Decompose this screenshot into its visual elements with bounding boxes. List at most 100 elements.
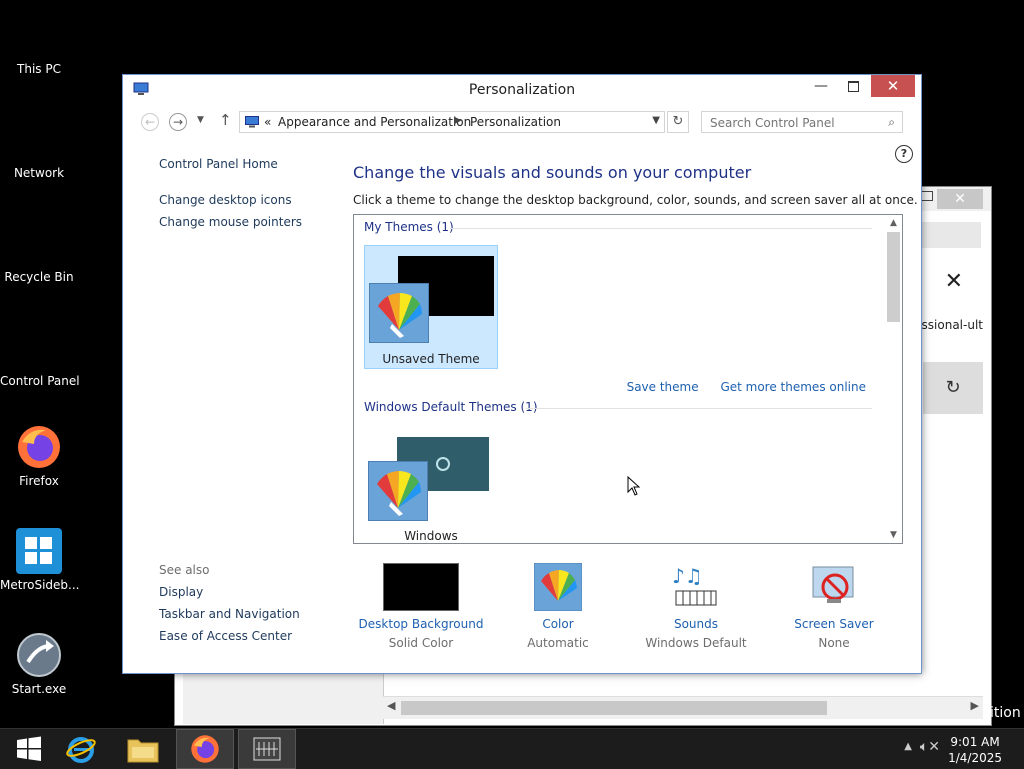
background-left-panel: [183, 674, 384, 724]
desktop-icon-metrosidebar[interactable]: MetroSideb...: [0, 528, 79, 592]
internet-explorer-icon: [66, 737, 96, 763]
breadcrumb-overflow[interactable]: «: [264, 115, 271, 129]
search-input[interactable]: [708, 113, 882, 133]
sounds-setting[interactable]: ♪♫ Sounds Windows Default: [631, 563, 761, 650]
default-themes-header[interactable]: Windows Default Themes (1): [364, 400, 538, 414]
titlebar[interactable]: Personalization — ✕: [123, 75, 921, 105]
taskbar-navigation-link[interactable]: Taskbar and Navigation: [159, 607, 300, 621]
address-bar: ← → ▼ ↑ « Appearance and Personalization…: [131, 107, 913, 137]
close-icon[interactable]: ✕: [945, 269, 963, 294]
screen-saver-icon: [809, 563, 859, 611]
control-panel-icon: [245, 116, 259, 128]
address-field[interactable]: « Appearance and Personalization ▶ Perso…: [239, 111, 665, 133]
refresh-icon[interactable]: ↻: [923, 362, 983, 414]
desktop-background-icon: [383, 563, 459, 611]
breadcrumb-separator-icon[interactable]: ▶: [454, 115, 462, 126]
recent-locations-button[interactable]: ▼: [197, 115, 204, 125]
scroll-up-icon[interactable]: ▲: [885, 218, 902, 228]
left-navigation: Control Panel Home Change desktop icons …: [159, 157, 339, 237]
control-panel-home-link[interactable]: Control Panel Home: [159, 157, 339, 171]
change-mouse-pointers-link[interactable]: Change mouse pointers: [159, 215, 339, 229]
desktop-background-label[interactable]: Desktop Background: [356, 617, 486, 631]
theme-unsaved[interactable]: Unsaved Theme: [364, 245, 498, 369]
color-palette-icon: [368, 461, 428, 521]
taskbar-control-panel[interactable]: [238, 729, 296, 769]
my-themes-header[interactable]: My Themes (1): [364, 220, 454, 234]
clock[interactable]: 9:01 AM 1/4/2025: [948, 734, 1002, 766]
taskbar: ▲ 🔈︎✕ 9:01 AM 1/4/2025: [0, 728, 1024, 769]
color-palette-icon: [369, 283, 429, 343]
desktop-icon-this-pc[interactable]: This PC: [0, 58, 78, 76]
scroll-left-icon[interactable]: ◀: [387, 699, 395, 712]
breadcrumb-appearance[interactable]: Appearance and Personalization: [278, 115, 471, 129]
taskbar-firefox[interactable]: [176, 729, 234, 769]
sounds-label[interactable]: Sounds: [631, 617, 761, 631]
screen-saver-value: None: [818, 636, 850, 650]
color-setting[interactable]: Color Automatic: [493, 562, 623, 650]
desktop-icon-firefox[interactable]: Firefox: [0, 424, 78, 488]
back-button[interactable]: ←: [141, 113, 159, 131]
forward-button[interactable]: →: [169, 113, 187, 131]
edition-watermark: ition: [990, 705, 1021, 721]
background-horizontal-scrollbar[interactable]: ◀ ▶: [383, 696, 983, 719]
search-field[interactable]: ⌕: [701, 111, 903, 133]
see-also-header: See also: [159, 563, 210, 577]
start-exe-icon: [17, 633, 61, 677]
start-button[interactable]: [0, 729, 58, 769]
scrollbar-thumb[interactable]: [887, 232, 900, 322]
mouse-cursor-icon: [627, 476, 641, 496]
get-more-themes-link[interactable]: Get more themes online: [720, 380, 866, 394]
screen-saver-setting[interactable]: Screen Saver None: [769, 563, 899, 650]
desktop-icon-control-panel[interactable]: Control Panel: [0, 370, 80, 388]
scroll-down-icon[interactable]: ▼: [885, 530, 902, 540]
group-divider: [526, 408, 872, 409]
theme-name: Unsaved Theme: [382, 352, 480, 366]
metrosidebar-icon: [16, 528, 62, 574]
scrollbar-thumb[interactable]: [401, 701, 827, 715]
firefox-icon: [191, 735, 219, 763]
sounds-value: Windows Default: [645, 636, 747, 650]
taskbar-internet-explorer[interactable]: [52, 729, 110, 769]
control-panel-icon: [253, 737, 281, 761]
breadcrumb-personalization[interactable]: Personalization: [470, 115, 561, 129]
clock-time: 9:01 AM: [950, 735, 1000, 749]
taskbar-file-explorer[interactable]: [114, 729, 172, 769]
close-button[interactable]: ✕: [871, 75, 915, 97]
background-maximize-button[interactable]: [921, 191, 933, 201]
themes-vertical-scrollbar[interactable]: ▲ ▼: [885, 215, 902, 543]
group-divider: [450, 228, 872, 229]
windows-logo-icon: [17, 736, 41, 761]
svg-text:♪♫: ♪♫: [672, 564, 703, 588]
desktop-icon-start-exe[interactable]: Start.exe: [0, 632, 78, 696]
show-hidden-icons-icon[interactable]: ▲: [904, 741, 912, 752]
help-button[interactable]: ?: [895, 145, 913, 163]
color-value: Automatic: [527, 636, 589, 650]
volume-muted-icon[interactable]: 🔈︎✕: [920, 739, 940, 755]
system-tray: ▲ 🔈︎✕ 9:01 AM 1/4/2025: [884, 729, 1024, 769]
minimize-button[interactable]: —: [807, 75, 835, 97]
change-desktop-icons-link[interactable]: Change desktop icons: [159, 193, 339, 207]
screen-saver-label[interactable]: Screen Saver: [769, 617, 899, 631]
color-label[interactable]: Color: [493, 617, 623, 631]
theme-name: Windows: [404, 529, 458, 543]
address-dropdown-icon[interactable]: ▼: [652, 115, 660, 126]
search-icon[interactable]: ⌕: [888, 115, 895, 130]
display-link[interactable]: Display: [159, 585, 300, 599]
refresh-button[interactable]: ↻: [667, 111, 689, 133]
up-button[interactable]: ↑: [219, 111, 232, 129]
scroll-right-icon[interactable]: ▶: [971, 699, 979, 712]
save-theme-link[interactable]: Save theme: [627, 380, 699, 394]
maximize-button[interactable]: [839, 75, 867, 97]
desktop-background-setting[interactable]: Desktop Background Solid Color: [356, 563, 486, 650]
desktop-icon-network[interactable]: Network: [0, 162, 78, 180]
color-palette-icon: [533, 562, 583, 612]
theme-actions: Save theme Get more themes online: [609, 380, 866, 394]
maximize-icon: [847, 80, 859, 92]
theme-windows[interactable]: Windows: [364, 431, 498, 543]
desktop-icon-recycle-bin[interactable]: Recycle Bin: [0, 266, 78, 284]
desktop-icon-label: Firefox: [19, 474, 59, 488]
ease-of-access-link[interactable]: Ease of Access Center: [159, 629, 300, 643]
sounds-icon: ♪♫: [670, 563, 722, 611]
background-close-button[interactable]: ✕: [937, 189, 983, 209]
personalization-window[interactable]: Personalization — ✕ ← → ▼ ↑ « Appearance…: [122, 74, 922, 674]
